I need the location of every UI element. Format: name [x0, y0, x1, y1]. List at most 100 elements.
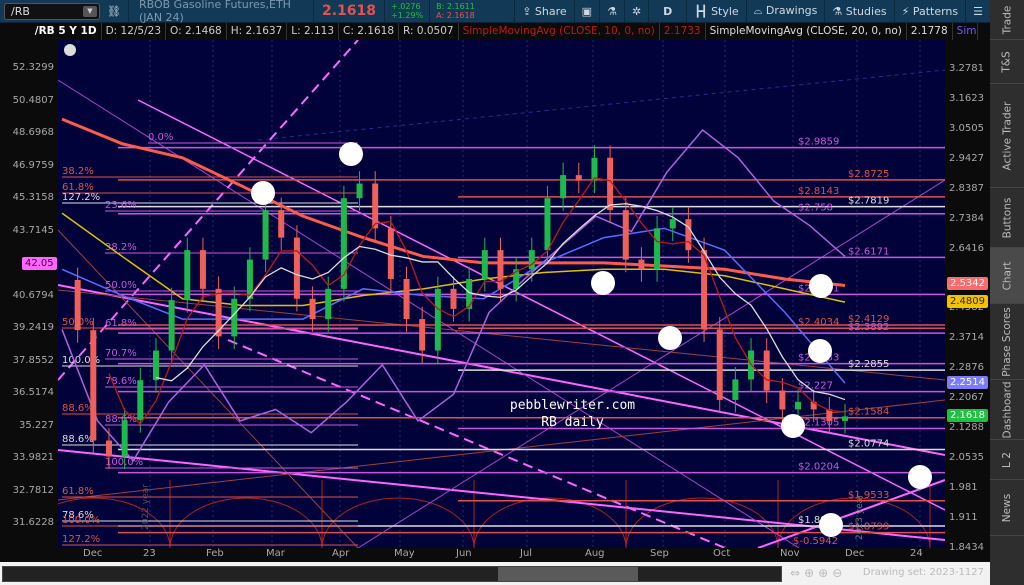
left-axis-tick: 33.9821 [12, 452, 54, 463]
link-icon[interactable]: ⛓ [100, 5, 128, 18]
flask-icon[interactable]: ⚗ [600, 5, 624, 18]
style-button[interactable]: ┣┫ Style [687, 5, 745, 18]
price-level-label: $2.8143 [798, 186, 839, 197]
symbol-description: RBOB Gasoline Futures,ETH (JAN 24) [138, 0, 291, 24]
side-tab-buttons[interactable]: Buttons [990, 188, 1024, 248]
studies-button[interactable]: ⚗ Studies [825, 5, 893, 18]
time-axis-label: Mar [266, 548, 285, 559]
right-axis-tick: 1.981 [949, 482, 978, 494]
ask-price: A: 2.1618 [436, 11, 475, 20]
right-axis-tick: 2.8387 [949, 182, 984, 194]
side-tab-news[interactable]: News [990, 480, 1024, 536]
price-level-label: $2.8725 [848, 169, 889, 180]
time-axis-label: Dec [83, 548, 103, 559]
fib-label: 61.8% [105, 318, 137, 329]
candle-body [105, 440, 112, 457]
right-axis-tick: 3.0505 [949, 122, 984, 134]
left-axis-tick: 31.6228 [12, 517, 54, 528]
candle-body [779, 390, 786, 410]
time-axis-label: May [394, 548, 415, 559]
sma10-value: 2.1733 [660, 23, 706, 40]
fib-label: 0.0% [148, 132, 173, 143]
patterns-icon: ⚡ [901, 4, 910, 18]
side-tab-trade[interactable]: Trade [990, 0, 1024, 40]
side-tab-chart[interactable]: Chart [990, 248, 1024, 304]
candle-body [152, 350, 159, 381]
side-tab-label: Dashboard [1001, 381, 1013, 438]
time-axis: Dec 23 Feb Mar Apr May Jun Jul Aug Sep Oct Nov Dec 24 [58, 548, 945, 562]
crosshair-icon[interactable]: ⊕ [804, 566, 818, 580]
zoom-in-icon[interactable]: ⊕ [818, 566, 832, 580]
candle-icon: ┣┫ [694, 4, 708, 18]
studies-label: Studies [845, 4, 887, 18]
last-price: 2.1618 [321, 3, 376, 19]
side-tab-phase-scores[interactable]: Phase Scores [990, 304, 1024, 380]
time-axis-label: 24 [910, 548, 923, 559]
share-button[interactable]: ⇪ Share [515, 5, 573, 18]
cycle-label: 2023 year [855, 494, 865, 540]
time-axis-label: Feb [206, 548, 224, 559]
alert-icon[interactable]: ▣ [575, 5, 599, 18]
symbol-input[interactable]: /RB ▼ [4, 2, 100, 20]
highlight-marker [908, 465, 932, 489]
share-icon: ⇪ [522, 4, 532, 18]
side-tab-l-2[interactable]: L 2 [990, 440, 1024, 480]
price-chart[interactable]: $2.9859 $2.8725 $2.8143 $2.7819 $2.758 $2.617… [58, 40, 945, 548]
left-axis-tick: 36.5174 [12, 387, 54, 398]
sma10-label[interactable]: SimpleMovingAvg (CLOSE, 10, 0, no) [459, 23, 660, 40]
candle-body [309, 298, 316, 320]
chevron-down-icon[interactable]: ▼ [83, 5, 97, 17]
price-level-label: $2.2855 [848, 359, 889, 370]
price-level-label: $2.0204 [798, 462, 839, 473]
candle-body [168, 300, 175, 351]
candle-body [184, 250, 191, 301]
candle-body [293, 237, 300, 299]
menu-icon[interactable]: ☰ [966, 5, 990, 18]
fib-label: 88.6% [62, 403, 94, 414]
time-axis-label: 23 [143, 548, 156, 559]
info-spacer [0, 23, 31, 40]
right-axis-tick: 2.0535 [949, 452, 984, 464]
chart-scrollbar[interactable] [2, 566, 782, 582]
side-tab-dashboard[interactable]: Dashboard [990, 380, 1024, 440]
info-low: L: 2.113 [287, 23, 340, 40]
left-axis-marker: 42.05 [22, 257, 57, 270]
bid-price: B: 2.1611 [436, 2, 475, 11]
period-button[interactable]: D [649, 5, 686, 18]
candle-body [356, 183, 363, 199]
patterns-button[interactable]: ⚡ Patterns [895, 5, 966, 18]
scrollbar-thumb[interactable] [498, 567, 638, 581]
side-tab-label: Chart [1000, 261, 1013, 290]
highlight-marker [781, 414, 805, 438]
candle-body [732, 379, 739, 400]
candle-body [74, 279, 81, 331]
share-label: Share [534, 4, 567, 18]
price-badge: 2.4809 [947, 294, 988, 308]
zoom-out-icon[interactable]: ⊖ [832, 566, 846, 580]
drawings-button[interactable]: ⌓ Drawings [747, 4, 825, 18]
sma20-label[interactable]: SimpleMovingAvg (CLOSE, 20, 0, no) [706, 23, 907, 40]
side-tab-active-trader[interactable]: Active Trader [990, 84, 1024, 188]
right-axis-tick: 3.1623 [949, 92, 984, 104]
drawings-label: Drawings [765, 4, 818, 17]
candle-body [434, 288, 441, 351]
highlight-marker [809, 274, 833, 298]
drawing-set[interactable]: Drawing set: 2023-1127 [863, 567, 984, 578]
time-axis-label: Aug [585, 548, 605, 559]
price-badge: 2.5342 [947, 277, 988, 291]
gear-icon[interactable]: ✲ [625, 5, 648, 18]
pan-icon[interactable]: ⇔ [790, 566, 804, 580]
bid-ask: B: 2.1611 A: 2.1618 [430, 2, 481, 20]
zoom-tools[interactable]: ⇔⊕⊕⊖ [790, 566, 846, 580]
price-level-label: $2.1584 [848, 407, 889, 418]
side-tab-t-s[interactable]: T&S [990, 40, 1024, 84]
more-studies[interactable]: Simple... [953, 23, 978, 40]
right-axis-tick: 2.7384 [949, 212, 984, 224]
sma20-value: 2.1778 [907, 23, 953, 40]
style-label: Style [711, 4, 739, 18]
cycle-label: 2022 year [141, 484, 151, 530]
candle-body [199, 250, 206, 289]
watermark-site: pebblewriter.com [509, 398, 636, 413]
candle-body [325, 288, 332, 320]
candle-body [90, 330, 97, 441]
